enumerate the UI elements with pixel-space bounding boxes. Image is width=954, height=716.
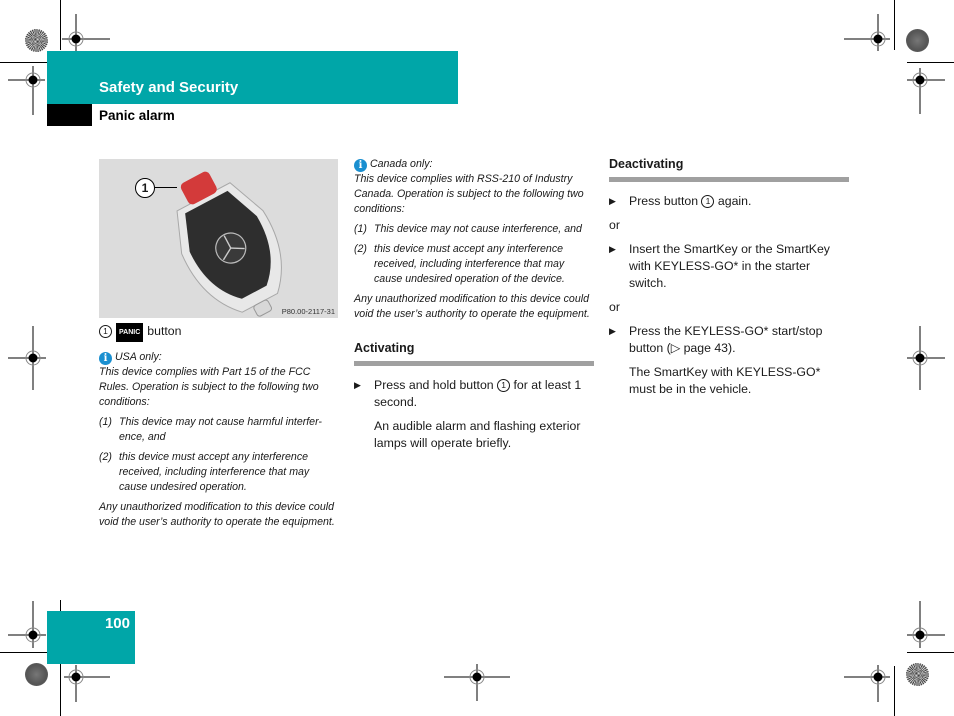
deactivating-step: ▶ Press button 1 again. [609,194,752,208]
callout-leader-line [155,187,177,189]
activating-heading: Activating [354,340,594,366]
deactivating-step: ▶ Insert the SmartKey or the SmartKey wi… [609,242,830,290]
button-ref-number: 1 [701,195,715,208]
page-reference-link[interactable]: Press the KEYLESS-GO* start/stop button … [629,323,849,357]
usa-intro: This device complies with Part 15 of the… [99,366,319,408]
canada-notice: i Canada only: This device complies with … [354,157,594,322]
usa-heading: USA only: [115,351,162,363]
bullet-arrow-icon: ▶ [354,380,361,390]
subsection-title: Panic alarm [99,108,175,123]
deactivating-note: The SmartKey with KEYLESS-GO* must be in… [629,365,821,396]
bullet-arrow-icon: ▶ [609,244,616,254]
canada-footer: Any unauthorized modification to this de… [354,293,590,320]
info-icon: i [99,352,112,365]
canada-intro: This device complies with RSS-210 of Ind… [354,173,584,215]
canada-condition: (1) This device may not cause interferenc… [354,223,582,235]
figure-legend: 1 PANIC button [99,323,339,342]
legend-label: button [147,324,182,338]
smartkey-figure: 1 P80.00-2117-31 [99,159,338,318]
usa-condition: (2) this device must accept any interfere… [99,451,310,493]
column-middle: i Canada only: This device complies with … [354,157,594,452]
canada-heading: Canada only: [370,158,433,170]
usa-condition: (1) This device may not cause harmful int… [99,416,322,443]
smartkey-illustration [176,171,282,317]
legend-number: 1 [99,325,112,338]
bullet-arrow-icon: ▶ [609,196,616,206]
panic-badge: PANIC [116,323,144,342]
activating-result: An audible alarm and flashing exterior l… [374,419,581,450]
activating-step: ▶ Press and hold button 1 for at least 1… [354,378,582,409]
bullet-arrow-icon: ▶ [609,326,616,336]
info-icon: i [354,159,367,172]
section-title: Safety and Security [99,79,239,96]
page-number: 100 [104,615,130,632]
or-separator: or [609,300,620,314]
callout-number: 1 [135,178,155,198]
deactivating-step: ▶ Press the KEYLESS-GO* start/stop butto… [609,323,849,357]
deactivating-heading: Deactivating [609,156,849,182]
column-left: 1 PANIC button i USA only: This device comp… [99,323,339,530]
button-ref-number: 1 [497,379,511,392]
figure-code: P80.00-2117-31 [281,307,335,316]
subsection-marker [47,104,92,126]
or-separator: or [609,218,620,232]
section-header-band [47,51,458,104]
column-right: Deactivating ▶ Press button 1 again. or … [609,156,849,398]
canada-condition: (2) this device must accept any interfere… [354,243,565,285]
usa-notice: i USA only: This device complies with Par… [99,350,339,530]
usa-footer: Any unauthorized modification to this de… [99,501,335,528]
